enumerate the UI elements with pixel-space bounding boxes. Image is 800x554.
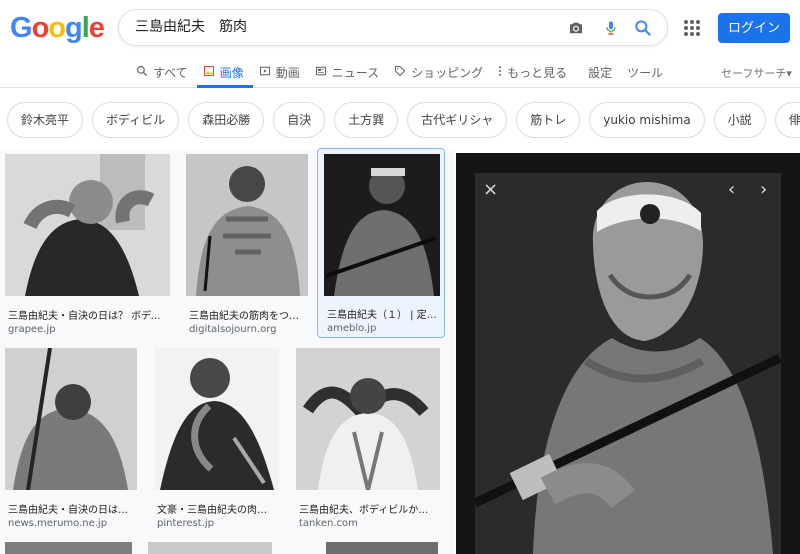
photo-thumbnail bbox=[324, 154, 440, 296]
chip[interactable]: 小説 bbox=[713, 102, 766, 138]
partial-result-thumbnail[interactable] bbox=[5, 542, 132, 554]
result-title: 三島由紀夫の筋肉をつけ… bbox=[189, 311, 305, 322]
result-thumbnail[interactable] bbox=[5, 348, 137, 490]
tab-label: ニュース bbox=[331, 66, 380, 80]
tag-icon bbox=[395, 65, 406, 77]
apps-grid-icon[interactable] bbox=[684, 20, 700, 36]
result-thumbnail[interactable] bbox=[324, 154, 440, 296]
tab-tools[interactable]: ツール bbox=[621, 59, 672, 88]
result-title: 三島由紀夫・自決の日は？… bbox=[8, 505, 134, 516]
image-result[interactable]: 三島由紀夫・自決の日は？… news.merumo.ne.jp bbox=[5, 348, 137, 529]
close-icon[interactable]: × bbox=[483, 181, 498, 199]
top-bar: Google ログイン すべて 画像 動画 ニュース ショッピング もっと見る … bbox=[0, 0, 800, 88]
image-result[interactable]: 三島由紀夫・自決の日は？ ボディ… grapee.jp bbox=[5, 154, 170, 335]
tab-more[interactable]: もっと見る bbox=[492, 59, 576, 88]
google-logo[interactable]: Google bbox=[10, 12, 105, 45]
mic-icon[interactable] bbox=[603, 18, 619, 38]
image-results-grid: 三島由紀夫・自決の日は？ ボディ… grapee.jp 三島由紀夫の筋肉をつけ…… bbox=[0, 148, 455, 554]
result-thumbnail[interactable] bbox=[5, 154, 170, 296]
logo-letter: G bbox=[10, 12, 33, 44]
logo-letter: l bbox=[81, 12, 90, 44]
logo-letter: g bbox=[65, 12, 83, 44]
tab-label: すべて bbox=[153, 66, 188, 80]
photo-thumbnail bbox=[154, 348, 279, 490]
chip[interactable]: 筋トレ bbox=[516, 102, 581, 138]
result-site: pinterest.jp bbox=[157, 518, 215, 529]
result-thumbnail[interactable] bbox=[296, 348, 440, 490]
result-site: grapee.jp bbox=[8, 324, 56, 335]
result-title: 三島由紀夫・自決の日は？ ボディ… bbox=[8, 311, 167, 322]
tab-all[interactable]: すべて bbox=[130, 59, 197, 88]
chevron-left-icon[interactable]: ‹ bbox=[728, 181, 735, 199]
result-title: 三島由紀夫（１） | 定… bbox=[327, 310, 437, 321]
tab-label: ツール bbox=[627, 66, 664, 80]
tab-label: もっと見る bbox=[507, 66, 568, 80]
chip[interactable]: yukio mishima bbox=[589, 102, 705, 138]
image-result[interactable]: 三島由紀夫、ボディビルから… tanken.com bbox=[296, 348, 440, 529]
tab-shopping[interactable]: ショッピング bbox=[388, 59, 492, 88]
tab-label: 動画 bbox=[275, 66, 300, 80]
search-icon[interactable] bbox=[633, 18, 653, 38]
chip[interactable]: ボディビル bbox=[92, 102, 180, 138]
search-input[interactable] bbox=[135, 18, 565, 34]
preview-image[interactable] bbox=[456, 153, 800, 554]
result-site: digitalsojourn.org bbox=[189, 324, 277, 335]
login-button[interactable]: ログイン bbox=[718, 13, 790, 43]
photo-thumbnail bbox=[5, 348, 137, 490]
logo-letter: o bbox=[31, 12, 50, 44]
image-icon bbox=[203, 65, 214, 77]
result-title: 文豪・三島由紀夫の肉体… bbox=[157, 505, 276, 516]
chip[interactable]: 森田必勝 bbox=[188, 102, 265, 138]
chevron-right-icon[interactable]: › bbox=[760, 181, 767, 199]
tab-label: 設定 bbox=[588, 66, 613, 80]
tab-settings[interactable]: 設定 bbox=[576, 59, 621, 88]
tab-label: ショッピング bbox=[411, 66, 484, 80]
image-result[interactable]: 三島由紀夫の筋肉をつけ… digitalsojourn.org bbox=[186, 154, 308, 335]
more-vert-icon bbox=[499, 66, 502, 76]
newspaper-icon bbox=[315, 66, 326, 76]
tab-news[interactable]: ニュース bbox=[309, 59, 388, 88]
result-title: 三島由紀夫、ボディビルから… bbox=[299, 505, 437, 516]
result-thumbnail[interactable] bbox=[186, 154, 308, 296]
image-preview-panel: × ‹ › bbox=[456, 153, 800, 554]
photo-thumbnail bbox=[5, 154, 170, 296]
chip[interactable]: 土方巽 bbox=[334, 102, 399, 138]
safe-search-toggle[interactable]: セーフサーチ▾ bbox=[721, 65, 792, 81]
search-nav: すべて 画像 動画 ニュース ショッピング もっと見る 設定 ツール bbox=[130, 59, 672, 89]
search-box[interactable] bbox=[118, 9, 668, 46]
camera-icon[interactable] bbox=[567, 19, 585, 37]
image-result-selected[interactable]: 三島由紀夫（１） | 定… ameblo.jp bbox=[317, 148, 445, 338]
chip[interactable]: 俳優 bbox=[774, 102, 800, 138]
chip[interactable]: 鈴木亮平 bbox=[7, 102, 84, 138]
logo-letter: o bbox=[48, 12, 66, 44]
partial-result-thumbnail[interactable] bbox=[326, 542, 438, 554]
related-chips: 鈴木亮平 ボディビル 森田必勝 自決 土方巽 古代ギリシャ 筋トレ yukio … bbox=[0, 88, 800, 150]
tab-images[interactable]: 画像 bbox=[196, 59, 253, 88]
result-site: ameblo.jp bbox=[327, 323, 377, 334]
result-site: tanken.com bbox=[299, 518, 358, 529]
logo-letter: e bbox=[88, 12, 105, 44]
photo-thumbnail bbox=[296, 348, 440, 490]
tab-videos[interactable]: 動画 bbox=[253, 59, 309, 88]
photo-thumbnail bbox=[186, 154, 308, 296]
search-icon bbox=[136, 65, 147, 76]
partial-result-thumbnail[interactable] bbox=[148, 542, 272, 554]
result-site: news.merumo.ne.jp bbox=[8, 518, 108, 529]
chip[interactable]: 古代ギリシャ bbox=[407, 102, 508, 138]
image-result[interactable]: 文豪・三島由紀夫の肉体… pinterest.jp bbox=[154, 348, 279, 529]
tab-label: 画像 bbox=[219, 66, 244, 80]
chip[interactable]: 自決 bbox=[273, 102, 326, 138]
result-thumbnail[interactable] bbox=[154, 348, 279, 490]
play-icon bbox=[259, 66, 270, 76]
